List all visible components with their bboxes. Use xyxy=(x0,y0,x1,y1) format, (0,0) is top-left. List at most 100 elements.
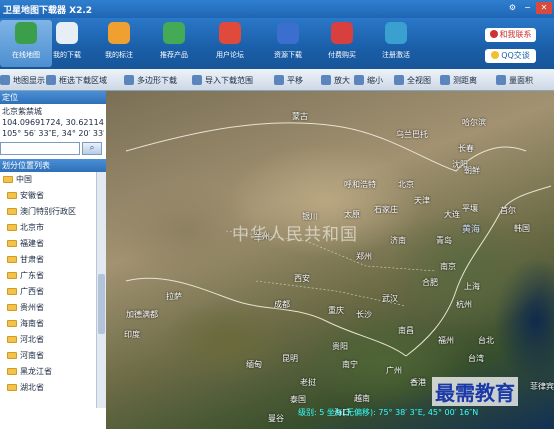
ribbon-button-6[interactable]: 付费购买 xyxy=(316,20,368,67)
scrollbar-thumb[interactable] xyxy=(98,274,105,334)
watermark-text: 最需教育 xyxy=(432,377,518,406)
tree-item[interactable]: 河北省 xyxy=(0,332,106,348)
ribbon-button-label: 我的标注 xyxy=(105,51,133,59)
map-place-label: 印度 xyxy=(124,330,140,339)
tree-item[interactable]: 湖北省 xyxy=(0,380,106,396)
tree-item[interactable]: 广西省 xyxy=(0,284,106,300)
location-search: ⌕ xyxy=(0,142,104,156)
toolbar-label: 平移 xyxy=(287,76,303,85)
satellite-map[interactable]: 中华人民共和国 蒙古 北京 天津 太原 石家庄 济南 郑州 西安 兰州 银川 呼和浩特 合肥 南京 上海 杭州… xyxy=(106,91,554,429)
toolbar-label: 量面积 xyxy=(509,76,533,85)
tree-root-label: 中国 xyxy=(16,175,32,184)
tree-item-label: 广东省 xyxy=(20,271,44,280)
full-view-icon xyxy=(394,75,404,85)
tree-item-label: 湖北省 xyxy=(20,383,44,392)
toolbar-label: 放大 xyxy=(334,76,350,85)
qq-chat-button[interactable]: QQ交谈 xyxy=(485,49,536,63)
toolbar-ruler-button[interactable]: 测距离 xyxy=(440,74,477,87)
folder-icon xyxy=(7,240,17,247)
contact-icon xyxy=(489,30,498,38)
tree-root-china[interactable]: 中国 xyxy=(0,172,106,188)
map-place-label: 昆明 xyxy=(282,354,298,363)
toolbar-label: 测距离 xyxy=(453,76,477,85)
tree-item-label: 福建省 xyxy=(20,239,44,248)
ribbon-button-label: 推荐产品 xyxy=(160,51,188,59)
tree-item[interactable]: 贵州省 xyxy=(0,300,106,316)
map-place-label: 杭州 xyxy=(456,300,472,309)
map-place-label: 韩国 xyxy=(514,224,530,233)
area-icon xyxy=(496,75,506,85)
qq-icon xyxy=(491,51,500,59)
users-forum-icon xyxy=(219,22,241,44)
map-place-label: 太原 xyxy=(344,210,360,219)
ribbon-button-7[interactable]: 注册激活 xyxy=(370,20,422,67)
toolbar-area-button[interactable]: 量面积 xyxy=(496,74,533,87)
ribbon-button-label: 注册激活 xyxy=(382,51,410,59)
tree-item[interactable]: 甘肃省 xyxy=(0,252,106,268)
region-tree: 中国 安徽省 澳门特别行政区 北京市福建省甘肃省广东省广西省 贵州省 海南省 河北省河南省… xyxy=(0,172,106,408)
region-list-header: 划分位置列表 xyxy=(0,159,106,172)
map-place-label: 石家庄 xyxy=(374,205,398,214)
ribbon-button-1[interactable]: 我的下载 xyxy=(41,20,93,67)
locate-header: 定位 xyxy=(0,91,106,104)
map-place-label: 呼和浩特 xyxy=(344,180,376,189)
tree-item[interactable]: 福建省 xyxy=(0,236,106,252)
toolbar-full-view-button[interactable]: 全视图 xyxy=(394,74,431,87)
minimize-icon[interactable]: − xyxy=(521,2,534,14)
close-icon[interactable]: ✕ xyxy=(536,2,552,14)
ribbon-button-4[interactable]: 用户论坛 xyxy=(204,20,256,67)
tree-item[interactable]: 河南省 xyxy=(0,348,106,364)
download-list-icon xyxy=(56,22,78,44)
title-bar: 卫星地图下载器 X2.2 ⚙ − ✕ xyxy=(0,0,554,18)
main-ribbon: 在线地图 我的下载 我的标注 推荐产品 用户论坛 资源下载 付费购买 注册激活 和我联系 QQ… xyxy=(0,18,554,69)
folder-icon xyxy=(7,224,17,231)
map-place-label: 首尔 xyxy=(500,206,516,215)
map-place-label: 菲律宾 xyxy=(530,382,554,391)
map-place-label: 青岛 xyxy=(436,236,452,245)
map-place-label: 南宁 xyxy=(342,360,358,369)
location-search-input[interactable] xyxy=(0,142,80,155)
ribbon-button-5[interactable]: 资源下载 xyxy=(262,20,314,67)
map-pin-icon xyxy=(108,22,130,44)
toolbar-rect-select-button[interactable]: 框选下载区域 xyxy=(46,74,107,87)
toolbar-pan-button[interactable]: 平移 xyxy=(274,74,303,87)
map-place-label: 曼谷 xyxy=(268,414,284,423)
toolbar-zoom-out-button[interactable]: 缩小 xyxy=(354,74,383,87)
map-place-label: 蒙古 xyxy=(292,112,308,121)
tree-scrollbar[interactable] xyxy=(96,172,106,408)
contact-us-button[interactable]: 和我联系 xyxy=(485,28,536,42)
tree-item-label: 甘肃省 xyxy=(20,255,44,264)
tree-item[interactable]: 广东省 xyxy=(0,268,106,284)
map-place-label: 哈尔滨 xyxy=(462,118,486,127)
toolbar-layers-button[interactable]: 地图显示 ▾ xyxy=(0,74,52,87)
tree-item[interactable]: 北京市 xyxy=(0,220,106,236)
register-activate-icon xyxy=(385,22,407,44)
tree-item-label: 河南省 xyxy=(20,351,44,360)
map-place-label: 南昌 xyxy=(398,326,414,335)
toolbar-polygon-button[interactable]: 多边形下载 xyxy=(124,74,177,87)
map-place-label: 贵阳 xyxy=(332,342,348,351)
location-info: 北京紫禁城 104.09691724, 30.62114865 105° 56′… xyxy=(0,104,106,141)
tree-item[interactable]: 黑龙江省 xyxy=(0,364,106,380)
map-place-label: 乌兰巴托 xyxy=(396,130,428,139)
folder-icon xyxy=(7,368,17,375)
shopping-cart-icon xyxy=(331,22,353,44)
map-place-label: 郑州 xyxy=(356,252,372,261)
tree-item[interactable]: 澳门特别行政区 xyxy=(0,204,106,220)
import-icon xyxy=(192,75,202,85)
qq-chat-label: QQ交谈 xyxy=(501,51,530,60)
ribbon-button-2[interactable]: 我的标注 xyxy=(93,20,145,67)
coords-dms: 105° 56′ 33″E, 34° 20′ 33″N xyxy=(2,129,104,138)
toolbar-import-button[interactable]: 导入下载范围 xyxy=(192,74,253,87)
map-place-label: 台北 xyxy=(478,336,494,345)
map-place-label: 济南 xyxy=(390,236,406,245)
toolbar-zoom-in-button[interactable]: 放大 xyxy=(321,74,350,87)
settings-icon[interactable]: ⚙ xyxy=(506,2,519,14)
map-place-label: 南京 xyxy=(440,262,456,271)
tree-item[interactable]: 海南省 xyxy=(0,316,106,332)
tree-item[interactable]: 安徽省 xyxy=(0,188,106,204)
ribbon-button-3[interactable]: 推荐产品 xyxy=(148,20,200,67)
search-icon[interactable]: ⌕ xyxy=(82,142,102,155)
ribbon-button-label: 资源下载 xyxy=(274,51,302,59)
map-place-label: 越南 xyxy=(354,394,370,403)
